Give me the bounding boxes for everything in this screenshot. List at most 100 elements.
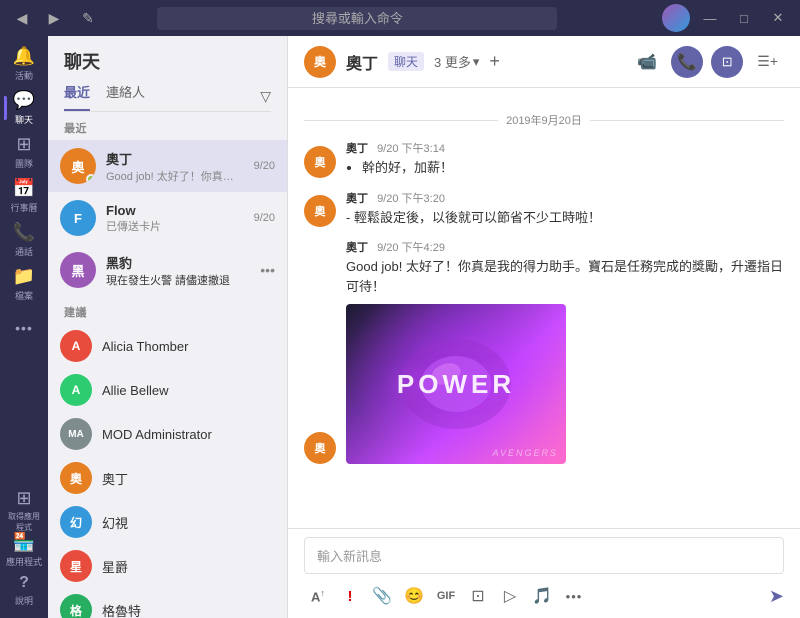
avatar-groot: 格 (60, 594, 92, 618)
format-icon: A↑ (311, 588, 325, 604)
video-call-button[interactable]: 📹 (631, 46, 663, 78)
activity-label: 活動 (15, 69, 33, 82)
chat-tag[interactable]: 聊天 (388, 52, 424, 71)
emoji-icon: 😊 (404, 586, 424, 606)
help-icon: ? (19, 574, 29, 592)
sidebar-item-calls[interactable]: 📞 通話 (4, 220, 44, 260)
sticker-icon: ⊡ (471, 586, 484, 606)
suggestion-groot[interactable]: 格 格魯特 (48, 588, 287, 618)
screen-share-button[interactable]: ⊡ (711, 46, 743, 78)
date-divider: 2019年9月20日 (304, 112, 784, 128)
send-button[interactable]: ➤ (769, 586, 784, 607)
msg-content-3: 奧丁 9/20 下午4:29 Good job! 太好了！你真是我的得力助手。寶… (346, 239, 784, 464)
suggestion-allie[interactable]: A Allie Bellew (48, 368, 287, 412)
important-button[interactable]: ! (336, 582, 364, 610)
avatar-aoting2: 奧 (60, 462, 92, 494)
main-layout: 🔔 活動 💬 聊天 ⊞ 團隊 📅 行事曆 📞 通話 📁 檔案 ••• ⊞ (0, 36, 800, 618)
chat-list-panel: 聊天 最近 連絡人 ▽ 最近 奧 奧丁 Good job! 太好了！你真是我的得… (48, 36, 288, 618)
chat-panel-title: 聊天 (64, 48, 271, 74)
more-options-button[interactable]: ••• (560, 582, 588, 610)
search-input[interactable] (157, 7, 557, 30)
meetingnow-icon: ▷ (504, 586, 516, 606)
chat-label: 聊天 (15, 113, 33, 126)
suggestion-aoting2[interactable]: 奧 奧丁 (48, 456, 287, 500)
add-people-button[interactable]: + (489, 51, 500, 72)
user-avatar[interactable] (662, 4, 690, 32)
minimize-button[interactable]: — (696, 4, 724, 32)
status-dot-aoting (86, 174, 96, 184)
suggestion-name-mod: MOD Administrator (102, 427, 212, 442)
suggestion-star[interactable]: 星 星爵 (48, 544, 287, 588)
suggestion-mod[interactable]: MA MOD Administrator (48, 412, 287, 456)
more-options-icon[interactable]: ••• (260, 262, 275, 278)
chat-icon: 💬 (13, 90, 35, 111)
chat-item-leopard[interactable]: 黑 黑豹 現在發生火警 請儘速撤退 ••• (48, 244, 287, 296)
audio-call-button[interactable]: 📞 (671, 46, 703, 78)
message-group-3: 奧 奧丁 9/20 下午4:29 Good job! 太好了！你真是我的得力助手… (304, 239, 784, 464)
chat-meta-aoting: 9/20 (254, 160, 275, 172)
sidebar-item-calendar[interactable]: 📅 行事曆 (4, 176, 44, 216)
msg-content-2: 奧丁 9/20 下午3:20 - 輕鬆設定後，以後就可以節省不少工時啦！ (346, 190, 784, 228)
audio-message-button[interactable]: 🎵 (528, 582, 556, 610)
chat-header-more[interactable]: 3 更多 ▾ (434, 52, 479, 71)
back-button[interactable]: ◀ (8, 4, 36, 32)
sidebar-item-more[interactable]: ••• (4, 308, 44, 348)
messages-area: 2019年9月20日 奧 奧丁 9/20 下午3:14 幹的好，加薪！ 奧 (288, 88, 800, 528)
input-area: 輸入新訊息 A↑ ! 📎 😊 GIF ⊡ (288, 528, 800, 618)
sidebar-item-files[interactable]: 📁 檔案 (4, 264, 44, 304)
tab-recent[interactable]: 最近 (64, 82, 90, 111)
suggestion-name-allie: Allie Bellew (102, 383, 168, 398)
maximize-button[interactable]: □ (730, 4, 758, 32)
forward-button[interactable]: ▶ (40, 4, 68, 32)
suggestion-phantom[interactable]: 幻 幻視 (48, 500, 287, 544)
attach-button[interactable]: 📎 (368, 582, 396, 610)
chat-item-aoting[interactable]: 奧 奧丁 Good job! 太好了！你真是我的得... 9/20 (48, 140, 287, 192)
icon-sidebar: 🔔 活動 💬 聊天 ⊞ 團隊 📅 行事曆 📞 通話 📁 檔案 ••• ⊞ (0, 36, 48, 618)
avatar-star: 星 (60, 550, 92, 582)
avatar-mod: MA (60, 418, 92, 450)
tab-contacts[interactable]: 連絡人 (106, 82, 145, 111)
video-icon: 📹 (637, 52, 657, 72)
more-icon: ••• (15, 320, 33, 336)
avatar-leopard: 黑 (60, 252, 96, 288)
suggestion-name-aoting2: 奧丁 (102, 469, 128, 488)
files-label: 檔案 (15, 289, 33, 302)
chat-meta-flow: 9/20 (254, 212, 275, 224)
chat-preview-leopard: 現在發生火警 請儘速撤退 (106, 272, 250, 288)
sticker-button[interactable]: ⊡ (464, 582, 492, 610)
phone-icon: 📞 (677, 52, 697, 72)
store-icon: 🏪 (13, 532, 35, 553)
schedule-meeting-button[interactable]: ▷ (496, 582, 524, 610)
chat-header-avatar: 奧 (304, 46, 336, 78)
gif-button[interactable]: GIF (432, 582, 460, 610)
msg-avatar-3: 奧 (304, 432, 336, 464)
avatar-phantom: 幻 (60, 506, 92, 538)
sidebar-item-chat[interactable]: 💬 聊天 (4, 88, 44, 128)
msg-meta-2: 奧丁 9/20 下午3:20 (346, 190, 784, 206)
msg-avatar-2: 奧 (304, 195, 336, 227)
suggestion-name-alicia: Alicia Thomber (102, 339, 188, 354)
chat-item-flow[interactable]: F Flow 已傳送卡片 9/20 (48, 192, 287, 244)
msg-avatar-1: 奧 (304, 146, 336, 178)
close-button[interactable]: ✕ (764, 4, 792, 32)
avatar-allie: A (60, 374, 92, 406)
avengers-logo: AVENGERS (492, 448, 558, 458)
sidebar-item-teams[interactable]: ⊞ 團隊 (4, 132, 44, 172)
sidebar-item-help[interactable]: ? 說明 (4, 570, 44, 610)
sidebar-item-apps[interactable]: ⊞ 取得應用程式 (4, 490, 44, 530)
msg-bubble-2: - 輕鬆設定後，以後就可以節省不少工時啦！ (346, 208, 784, 228)
msg-meta-1: 奧丁 9/20 下午3:14 (346, 140, 784, 156)
titlebar-right: — □ ✕ (662, 4, 792, 32)
emoji-button[interactable]: 😊 (400, 582, 428, 610)
message-input-placeholder[interactable]: 輸入新訊息 (304, 537, 784, 574)
chat-settings-button[interactable]: ☰+ (751, 49, 784, 74)
chat-header-name: 奧丁 (346, 50, 378, 74)
sidebar-item-store[interactable]: 🏪 應用程式 (4, 530, 44, 570)
filter-button[interactable]: ▽ (260, 88, 271, 105)
format-button[interactable]: A↑ (304, 582, 332, 610)
suggestion-alicia[interactable]: A Alicia Thomber (48, 324, 287, 368)
sidebar-item-activity[interactable]: 🔔 活動 (4, 44, 44, 84)
suggestion-name-phantom: 幻視 (102, 513, 128, 532)
chat-header: 奧 奧丁 聊天 3 更多 ▾ + 📹 📞 ⊡ ☰+ (288, 36, 800, 88)
edit-button[interactable]: ✎ (74, 4, 102, 32)
